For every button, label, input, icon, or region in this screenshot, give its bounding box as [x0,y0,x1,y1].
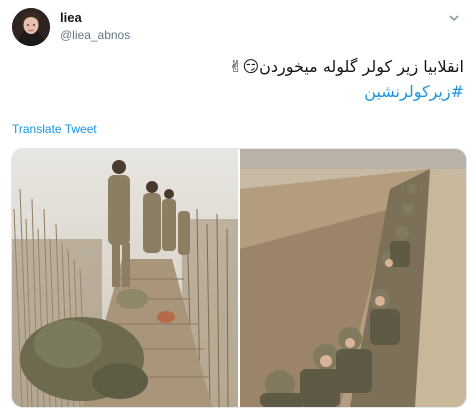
hashtag-link[interactable]: #زیرکولرنشین [24,79,464,104]
avatar[interactable] [12,8,50,46]
tweet-line-1: انقلابیا زیر کولر گلوله میخوردن😏✌ [24,54,464,79]
translate-tweet-link[interactable]: Translate Tweet [12,122,97,136]
tweet-media [11,148,467,408]
tweet-card: liea @liea_abnos انقلابیا زیر کولر گلوله… [0,0,476,415]
display-name[interactable]: liea [60,10,82,25]
tweet-line-text: انقلابیا زیر کولر گلوله میخوردن [259,57,464,76]
photo-soldiers-trench[interactable] [240,149,466,407]
smirk-victory-emoji: 😏✌ [229,57,260,76]
tweet-text: انقلابیا زیر کولر گلوله میخوردن😏✌ #زیرکو… [24,54,464,104]
chevron-down-icon[interactable] [446,12,462,28]
photo-soldiers-walkway[interactable] [12,149,238,407]
user-handle[interactable]: @liea_abnos [60,28,130,42]
